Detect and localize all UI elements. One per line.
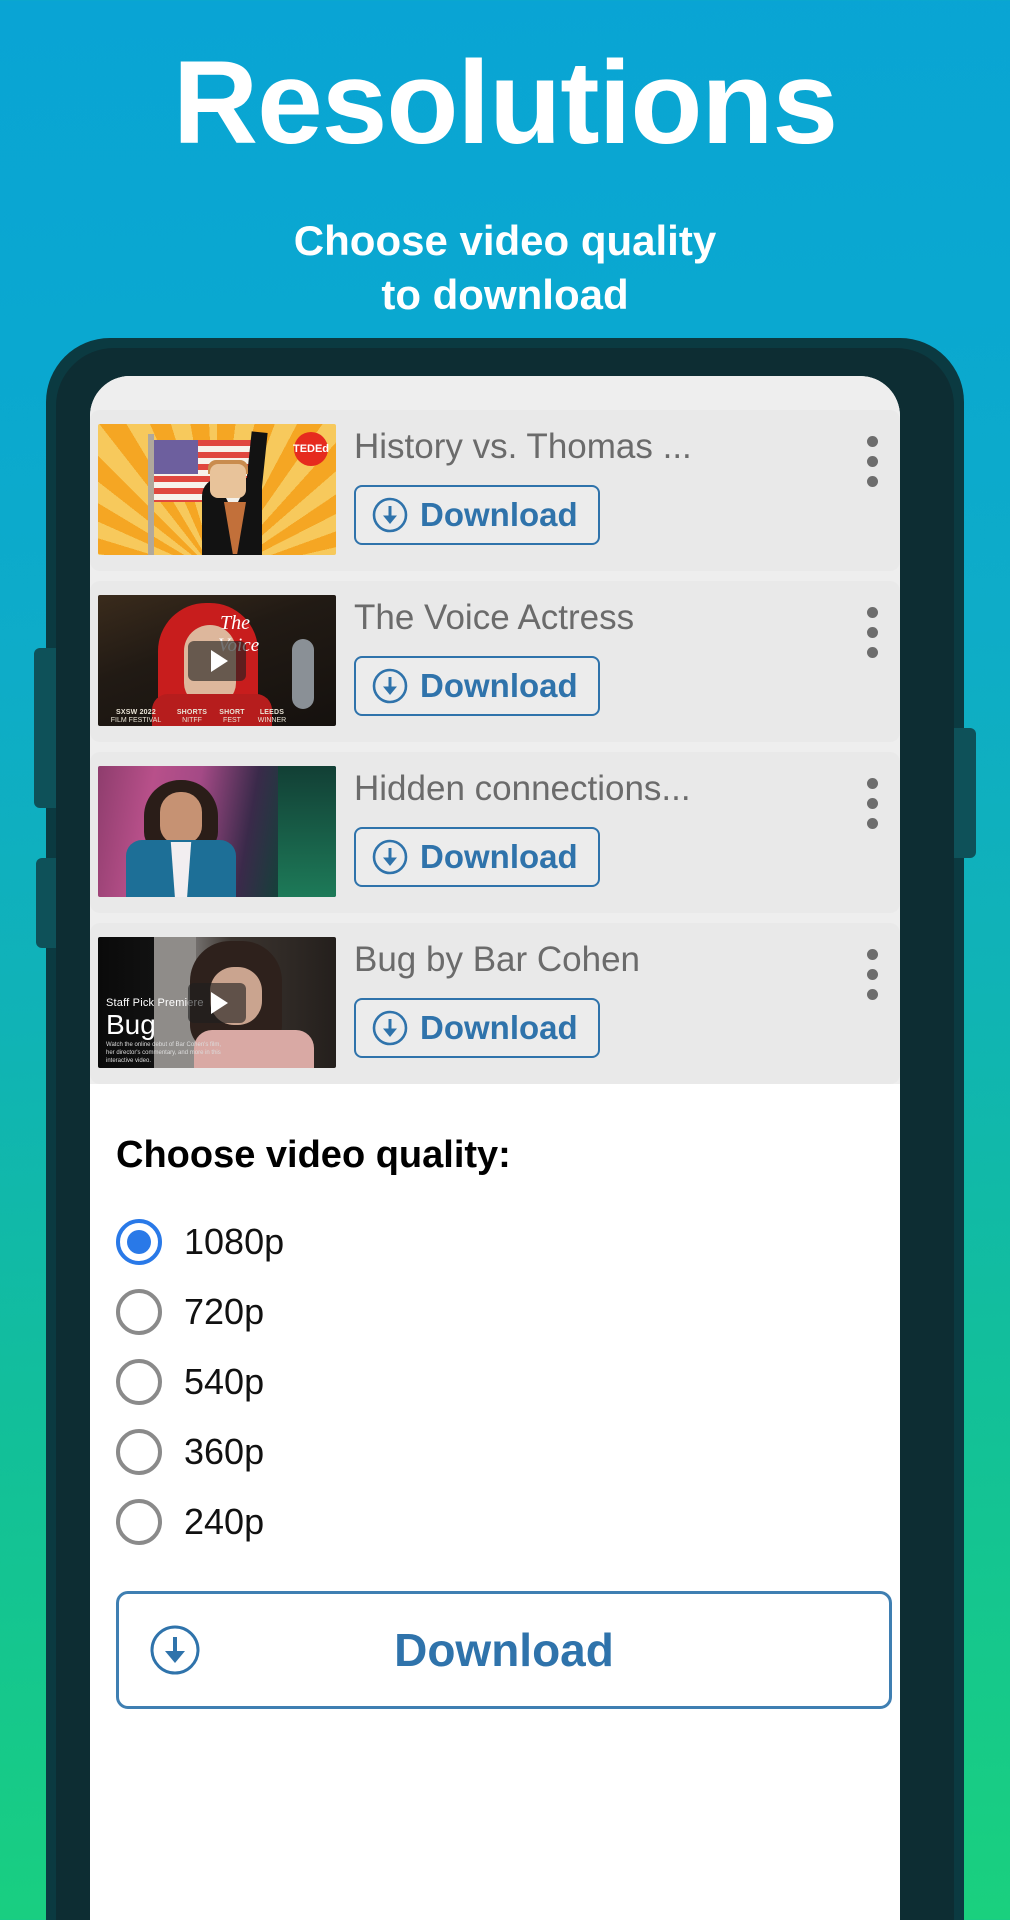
quality-option-label: 540p	[184, 1361, 265, 1402]
svg-text:The: The	[220, 612, 250, 634]
promo-header: Resolutions Choose video quality to down…	[0, 0, 1010, 322]
radio-button-icon[interactable]	[116, 1359, 162, 1405]
phone-mockup: TEDEd History vs. Thomas ... Download Th…	[34, 338, 976, 1920]
download-icon	[149, 1624, 201, 1676]
quality-option-label: 1080p	[184, 1221, 285, 1262]
download-button-label: Download	[420, 666, 578, 704]
phone-screen: TEDEd History vs. Thomas ... Download Th…	[90, 376, 900, 1920]
quality-option-label: 720p	[184, 1291, 265, 1332]
speaker-face-shape	[160, 792, 202, 844]
quality-heading: Choose video quality:	[116, 1134, 511, 1176]
video-thumbnail[interactable]: TEDEd	[98, 424, 336, 555]
page-subtitle: Choose video quality to download	[0, 162, 1010, 322]
quality-option-1080p[interactable]: 1080p	[116, 1207, 900, 1277]
table-row[interactable]: TEDEd History vs. Thomas ... Download	[90, 410, 900, 571]
download-button-label: Download	[420, 837, 578, 875]
table-row[interactable]: Hidden connections... Download	[90, 752, 900, 913]
more-options-icon[interactable]	[867, 607, 878, 658]
laurel-top-text: SXSW 2022	[116, 709, 156, 717]
play-button-icon[interactable]	[188, 982, 246, 1023]
video-title: The Voice Actress	[354, 599, 635, 637]
laurel-top-text: SHORT	[219, 709, 245, 717]
phone-volume-up-button[interactable]	[34, 648, 56, 808]
video-title: Hidden connections...	[354, 770, 691, 808]
quality-option-540p[interactable]: 540p	[116, 1347, 900, 1417]
laurel-badge: SXSW 2022 FILM FESTIVAL	[102, 709, 170, 724]
subtitle-line-1: Choose video quality	[293, 217, 717, 264]
subtitle-line-2: to download	[381, 270, 629, 318]
video-thumbnail[interactable]: Staff Pick Premiere Bug Watch the online…	[98, 937, 336, 1068]
video-row-body: The Voice Actress Download	[336, 593, 900, 716]
play-button-icon[interactable]	[188, 640, 246, 681]
download-button-label: Download	[420, 495, 578, 533]
more-options-icon[interactable]	[867, 436, 878, 487]
laurel-badge: LEEDS WINNER	[254, 709, 290, 724]
quality-chooser-panel: Choose video quality: 1080p 720p 540p 36…	[90, 1094, 900, 1709]
primary-download-button[interactable]: Download	[116, 1591, 892, 1709]
radio-button-icon[interactable]	[116, 1429, 162, 1475]
download-button[interactable]: Download	[354, 655, 600, 716]
page-title: Resolutions	[172, 37, 838, 169]
stage-backdrop-shape	[278, 766, 336, 897]
primary-download-label: Download	[394, 1624, 614, 1676]
download-button-label: Download	[420, 1008, 578, 1046]
person-head-shape	[210, 464, 246, 498]
video-thumbnail[interactable]	[98, 766, 336, 897]
video-row-body: Hidden connections... Download	[336, 764, 900, 887]
quality-option-label: 360p	[184, 1431, 265, 1472]
quality-option-label: 240p	[184, 1501, 265, 1542]
download-button[interactable]: Download	[354, 826, 600, 887]
laurel-top-text: SHORTS	[176, 709, 208, 717]
more-options-icon[interactable]	[867, 778, 878, 829]
phone-power-button[interactable]	[954, 728, 976, 858]
table-row[interactable]: Staff Pick Premiere Bug Watch the online…	[90, 923, 900, 1084]
video-list: TEDEd History vs. Thomas ... Download Th…	[90, 376, 900, 1084]
radio-button-icon[interactable]	[116, 1289, 162, 1335]
video-row-body: Bug by Bar Cohen Download	[336, 935, 900, 1058]
laurel-top-text: LEEDS	[259, 709, 285, 717]
teded-badge-icon: TEDEd	[293, 432, 329, 466]
download-icon	[372, 668, 408, 704]
download-button[interactable]: Download	[354, 997, 600, 1058]
more-options-icon[interactable]	[867, 949, 878, 1000]
phone-volume-down-button[interactable]	[36, 858, 56, 948]
video-title: Bug by Bar Cohen	[354, 941, 641, 979]
radio-button-icon[interactable]	[116, 1499, 162, 1545]
video-thumbnail[interactable]: The Voice SXSW 2022 FILM FESTIVAL SHORTS…	[98, 595, 336, 726]
laurel-bottom-text: FILM FESTIVAL	[110, 716, 162, 724]
table-row[interactable]: The Voice SXSW 2022 FILM FESTIVAL SHORTS…	[90, 581, 900, 742]
download-icon	[372, 839, 408, 875]
video-row-body: History vs. Thomas ... Download	[336, 422, 900, 545]
download-button[interactable]: Download	[354, 484, 600, 545]
flag-canton-shape	[154, 440, 198, 474]
video-title: History vs. Thomas ...	[354, 428, 692, 466]
festival-laurels: SXSW 2022 FILM FESTIVAL SHORTS NITFF SHO…	[102, 674, 332, 724]
radio-button-icon[interactable]	[116, 1219, 162, 1265]
quality-option-360p[interactable]: 360p	[116, 1417, 900, 1487]
laurel-badge: SHORTS NITFF	[174, 709, 210, 724]
quality-option-240p[interactable]: 240p	[116, 1487, 900, 1557]
laurel-badge: SHORT FEST	[214, 709, 250, 724]
laurel-bottom-text: WINNER	[257, 716, 287, 724]
film-description-overlay: Watch the online debut of Bar Cohen's fi…	[106, 1042, 221, 1065]
download-icon	[372, 1010, 408, 1046]
quality-option-720p[interactable]: 720p	[116, 1277, 900, 1347]
laurel-bottom-text: FEST	[223, 716, 241, 724]
laurel-bottom-text: NITFF	[182, 716, 202, 724]
download-icon	[372, 497, 408, 533]
film-title-overlay: Bug	[106, 1009, 156, 1040]
